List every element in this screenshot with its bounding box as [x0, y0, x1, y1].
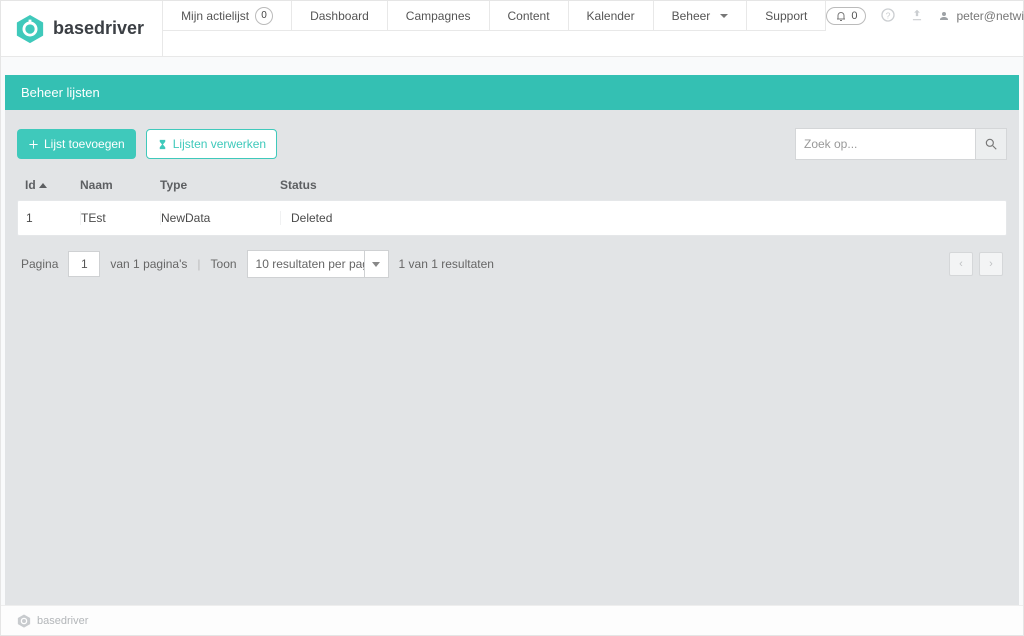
- nav-dashboard[interactable]: Dashboard: [292, 1, 388, 31]
- results-per-page-value: 10 resultaten per pagina: [247, 250, 365, 278]
- search-wrap: [795, 128, 1007, 160]
- table-row[interactable]: 1 TEst NewData Deleted: [18, 201, 1006, 235]
- user-email: peter@netwinst.nl: [956, 9, 1024, 23]
- col-header-id[interactable]: Id: [25, 178, 80, 192]
- results-per-page-select[interactable]: 10 resultaten per pagina: [247, 250, 389, 278]
- user-menu[interactable]: peter@netwinst.nl: [938, 9, 1024, 23]
- chevron-down-icon: [365, 250, 389, 278]
- actionlist-count-badge: 0: [255, 7, 273, 25]
- table-header-row: Id Naam Type Status: [17, 174, 1007, 200]
- bell-icon: [835, 10, 847, 22]
- nav-manage[interactable]: Beheer: [654, 1, 748, 31]
- plus-icon: [28, 139, 39, 150]
- cell-status: Deleted: [281, 211, 998, 225]
- search-input[interactable]: [795, 128, 975, 160]
- nav-support[interactable]: Support: [747, 1, 826, 31]
- nav-actionlist-label: Mijn actielijst: [181, 9, 249, 23]
- nav-content[interactable]: Content: [490, 1, 569, 31]
- result-count-text: 1 van 1 resultaten: [399, 257, 494, 271]
- upload-icon[interactable]: [910, 8, 924, 25]
- notifications-count: 0: [851, 10, 857, 22]
- cell-name: TEst: [81, 211, 161, 225]
- footer-brand: basedriver: [37, 615, 88, 627]
- logo-icon: [15, 14, 45, 44]
- search-icon: [984, 137, 998, 151]
- cell-type: NewData: [161, 211, 281, 225]
- of-pages-text: van 1 pagina's: [110, 257, 187, 271]
- col-header-type[interactable]: Type: [160, 178, 280, 192]
- divider: |: [197, 257, 200, 271]
- topbar: basedriver Mijn actielijst 0 Dashboard C…: [1, 1, 1023, 57]
- show-label: Toon: [211, 257, 237, 271]
- prev-page-button[interactable]: ‹: [949, 252, 973, 276]
- nav-campaigns[interactable]: Campagnes: [388, 1, 490, 31]
- page-label: Pagina: [21, 257, 58, 271]
- main-nav: Mijn actielijst 0 Dashboard Campagnes Co…: [162, 1, 826, 56]
- cell-id: 1: [26, 211, 81, 225]
- pagination: Pagina van 1 pagina's | Toon 10 resultat…: [17, 236, 1007, 278]
- content-area: Lijst toevoegen Lijsten verwerken Id Naa…: [5, 110, 1019, 605]
- footer: basedriver: [1, 605, 1023, 635]
- user-icon: [938, 10, 950, 22]
- page-number-input[interactable]: [68, 251, 100, 277]
- table-body: 1 TEst NewData Deleted: [17, 200, 1007, 236]
- pager-buttons: ‹ ›: [949, 252, 1003, 276]
- sort-asc-icon: [39, 183, 47, 188]
- help-icon[interactable]: ?: [880, 7, 896, 26]
- hourglass-icon: [157, 138, 168, 151]
- notifications-button[interactable]: 0: [826, 7, 866, 25]
- next-page-button[interactable]: ›: [979, 252, 1003, 276]
- col-header-status[interactable]: Status: [280, 178, 999, 192]
- logo-text: basedriver: [53, 18, 144, 39]
- footer-logo-icon: [17, 614, 31, 628]
- toolbar: Lijst toevoegen Lijsten verwerken: [17, 128, 1007, 160]
- nav-calendar[interactable]: Kalender: [569, 1, 654, 31]
- process-lists-button[interactable]: Lijsten verwerken: [146, 129, 277, 159]
- topbar-right: 0 ? peter@netwinst.nl: [826, 1, 1024, 31]
- nav-actionlist[interactable]: Mijn actielijst 0: [163, 1, 292, 31]
- add-list-button[interactable]: Lijst toevoegen: [17, 129, 136, 159]
- page-title: Beheer lijsten: [5, 75, 1019, 110]
- svg-text:?: ?: [886, 10, 891, 20]
- chevron-down-icon: [720, 14, 728, 18]
- col-header-name[interactable]: Naam: [80, 178, 160, 192]
- search-button[interactable]: [975, 128, 1007, 160]
- logo-block[interactable]: basedriver: [1, 1, 162, 56]
